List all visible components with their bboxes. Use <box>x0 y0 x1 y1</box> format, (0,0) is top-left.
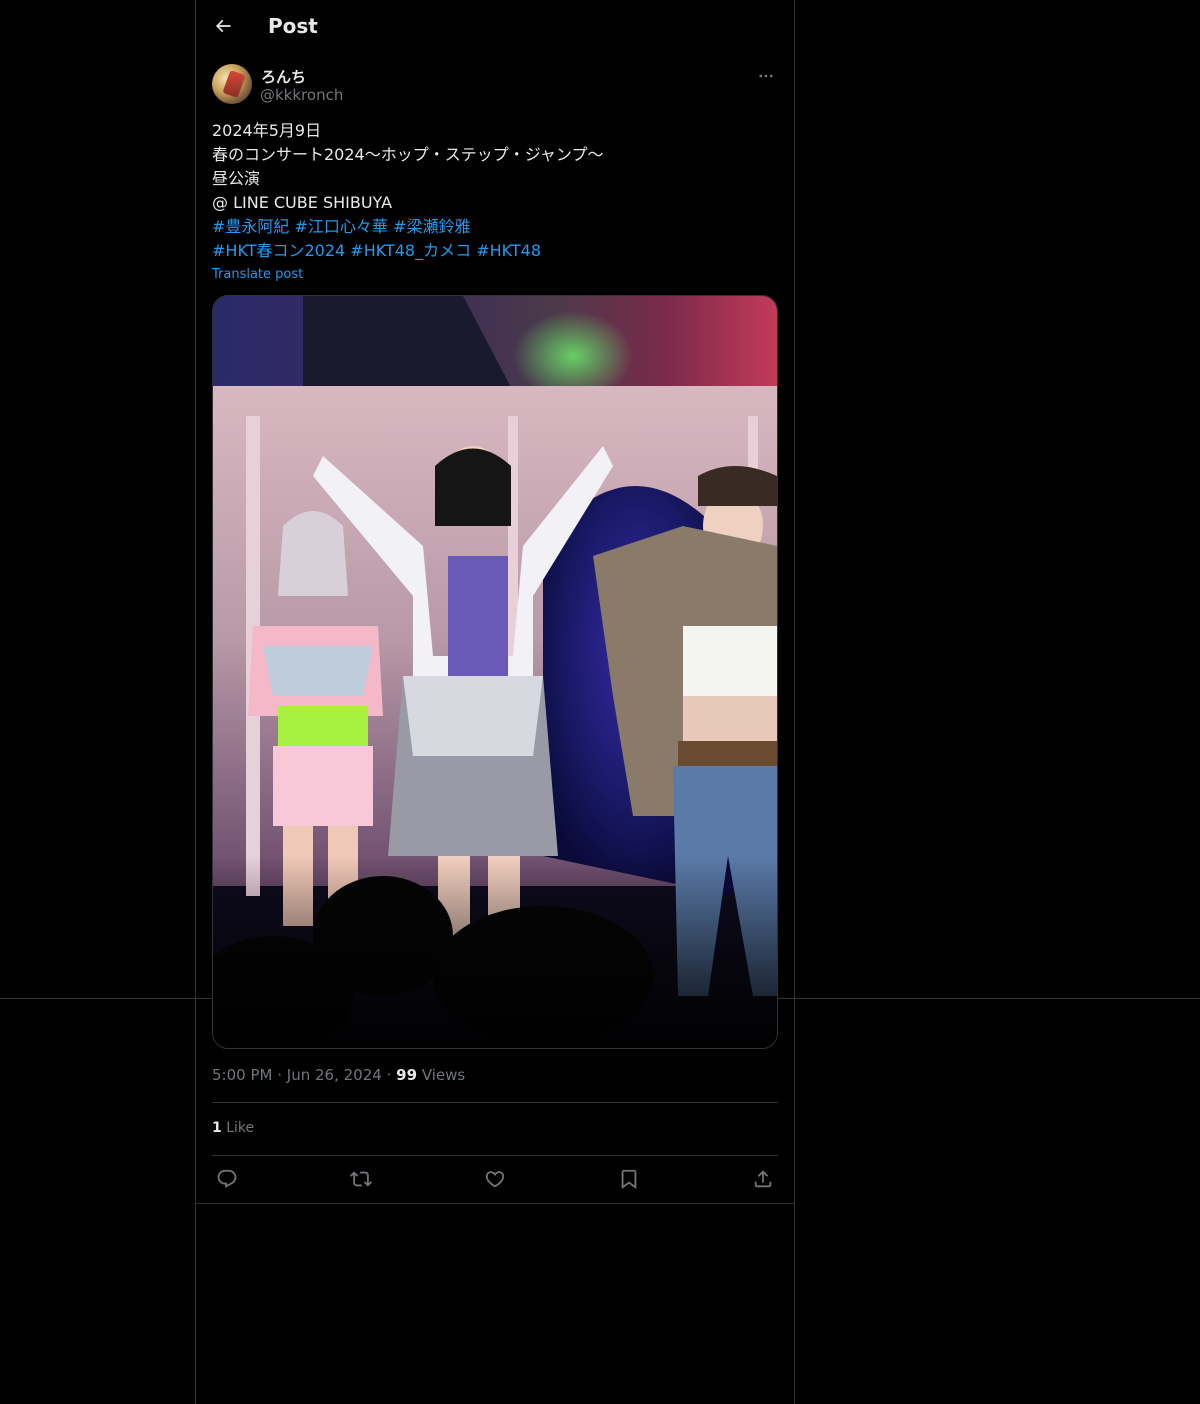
post-text: 2024年5月9日 春のコンサート2024〜ホップ・ステップ・ジャンプ〜 昼公演… <box>212 119 778 263</box>
arrow-left-icon <box>215 19 231 33</box>
meta-separator: · <box>277 1066 283 1084</box>
post-meta: 5:00 PM · Jun 26, 2024 · 99 Views <box>212 1066 465 1084</box>
post-bottom-border <box>196 1203 794 1204</box>
post-date[interactable]: Jun 26, 2024 <box>287 1066 382 1084</box>
bookmark-button[interactable] <box>613 1163 645 1195</box>
more-horizontal-icon <box>759 74 773 78</box>
hashtag-line: #HKT春コン2024 #HKT48_カメコ #HKT48 <box>212 239 778 263</box>
hashtag-link[interactable]: #HKT春コン2024 <box>212 241 345 260</box>
hashtag-link[interactable]: #豊永阿紀 <box>212 217 289 236</box>
like-button[interactable] <box>479 1163 511 1195</box>
post-text-line: 2024年5月9日 <box>212 121 322 140</box>
likes-summary[interactable]: 1 Like <box>212 1120 254 1136</box>
hashtag-line: #豊永阿紀 #江口心々華 #梁瀬鈴雅 <box>212 215 778 239</box>
post-time[interactable]: 5:00 PM <box>212 1066 272 1084</box>
post-text-line: @ LINE CUBE SHIBUYA <box>212 193 393 212</box>
repost-icon <box>350 1171 372 1187</box>
author-name[interactable]: ろんち <box>261 66 306 87</box>
like-icon <box>485 1171 505 1188</box>
hashtag-link[interactable]: #江口心々華 <box>295 217 388 236</box>
meta-separator: · <box>386 1066 392 1084</box>
bookmark-icon <box>621 1169 637 1190</box>
post-text-line: 昼公演 <box>212 169 261 188</box>
post-column: Post ろんち @kkkronch 2024年5月9日 春のコンサート2024… <box>195 0 795 1404</box>
hashtag-link[interactable]: #梁瀬鈴雅 <box>393 217 470 236</box>
likes-label: Like <box>226 1120 255 1136</box>
reply-icon <box>217 1169 237 1188</box>
back-button[interactable] <box>208 11 238 41</box>
concert-photo <box>213 296 777 1048</box>
hashtag-link[interactable]: #HKT48_カメコ <box>350 241 471 260</box>
hashtag-link[interactable]: #HKT48 <box>476 241 541 260</box>
repost-button[interactable] <box>345 1163 377 1195</box>
share-icon <box>754 1170 772 1188</box>
share-button[interactable] <box>747 1163 779 1195</box>
post-photo[interactable] <box>212 295 778 1049</box>
divider <box>212 1155 778 1156</box>
views-label: Views <box>421 1066 466 1084</box>
author-block: ろんち @kkkronch <box>212 64 778 106</box>
likes-count: 1 <box>212 1120 222 1136</box>
reply-button[interactable] <box>211 1163 243 1195</box>
action-bar <box>212 1163 778 1195</box>
more-button[interactable] <box>754 64 778 88</box>
divider <box>212 1102 778 1103</box>
author-handle[interactable]: @kkkronch <box>260 86 343 104</box>
page-title: Post <box>268 14 318 38</box>
avatar[interactable] <box>212 64 252 104</box>
translate-post-link[interactable]: Translate post <box>212 267 303 282</box>
post-text-line: 春のコンサート2024〜ホップ・ステップ・ジャンプ〜 <box>212 145 604 164</box>
views-count: 99 <box>396 1066 418 1084</box>
post-header: Post <box>196 0 794 53</box>
